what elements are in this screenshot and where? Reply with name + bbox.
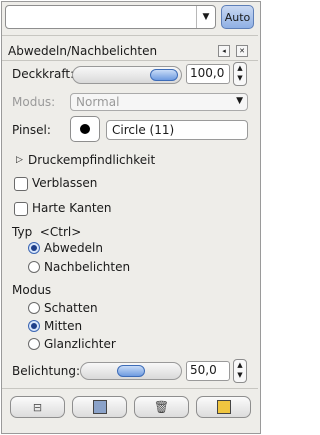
exposure-value[interactable]: 50,0: [186, 361, 230, 381]
hard-edges-label[interactable]: Harte Kanten: [32, 201, 112, 215]
range-highlights-radio[interactable]: [28, 338, 40, 350]
brush-circle-icon: [80, 124, 90, 134]
exposure-label: Belichtung:: [12, 364, 81, 378]
brush-name-field[interactable]: Circle (11): [106, 120, 248, 140]
type-dodge-label[interactable]: Abwedeln: [44, 241, 103, 255]
fade-label[interactable]: Verblassen: [32, 176, 97, 190]
exposure-slider[interactable]: [80, 362, 182, 380]
exposure-spinner[interactable]: ▲ ▼: [233, 359, 247, 383]
mode-select-value: Normal: [76, 95, 120, 109]
exposure-slider-thumb[interactable]: [117, 365, 145, 377]
mode-label: Modus:: [12, 95, 56, 109]
opacity-slider-thumb[interactable]: [150, 69, 178, 81]
brush-label: Pinsel:: [12, 123, 51, 137]
chevron-down-icon: ▼: [236, 96, 243, 106]
type-group-label: Typ <Ctrl>: [12, 225, 82, 239]
chevron-down-icon[interactable]: ▼: [196, 6, 215, 28]
panel-menu-icon[interactable]: ◂: [218, 45, 230, 57]
reset-icon: [216, 400, 231, 414]
type-burn-label[interactable]: Nachbelichten: [44, 260, 130, 274]
save-options-button[interactable]: ⊟: [10, 396, 65, 418]
type-dodge-radio[interactable]: [28, 242, 40, 254]
opacity-value[interactable]: 100,0: [186, 64, 230, 84]
reset-options-button[interactable]: [196, 396, 251, 418]
range-group-label: Modus: [12, 283, 52, 297]
delete-icon: 🗑: [153, 400, 170, 414]
type-burn-radio[interactable]: [28, 261, 40, 273]
pressure-sensitivity-expander[interactable]: Druckempfindlichkeit: [28, 153, 155, 167]
range-shadows-label[interactable]: Schatten: [44, 301, 98, 315]
range-midtones-label[interactable]: Mitten: [44, 319, 82, 333]
separator: [2, 60, 258, 61]
range-highlights-label[interactable]: Glanzlichter: [44, 337, 116, 351]
panel-title: Abwedeln/Nachbelichten: [8, 44, 158, 58]
restore-icon: [92, 400, 107, 414]
range-midtones-radio[interactable]: [28, 320, 40, 332]
close-panel-icon[interactable]: ✕: [236, 45, 248, 57]
brush-preview-button[interactable]: [70, 116, 100, 142]
range-shadows-radio[interactable]: [28, 302, 40, 314]
restore-options-button[interactable]: [72, 396, 127, 418]
hard-edges-checkbox[interactable]: [14, 202, 28, 216]
mode-select[interactable]: Normal ▼: [70, 93, 248, 111]
auto-button[interactable]: Auto: [221, 5, 254, 29]
tool-preset-combo[interactable]: ▼: [5, 5, 216, 29]
opacity-slider[interactable]: [72, 66, 182, 84]
separator: [2, 388, 258, 389]
fade-checkbox[interactable]: [14, 177, 28, 191]
opacity-spinner[interactable]: ▲ ▼: [233, 62, 247, 86]
delete-options-button[interactable]: 🗑: [134, 396, 189, 418]
separator: [2, 35, 258, 36]
save-icon: ⊟: [32, 400, 43, 414]
expander-arrow-icon[interactable]: ▷: [16, 155, 23, 165]
opacity-label: Deckkraft:: [12, 67, 75, 81]
